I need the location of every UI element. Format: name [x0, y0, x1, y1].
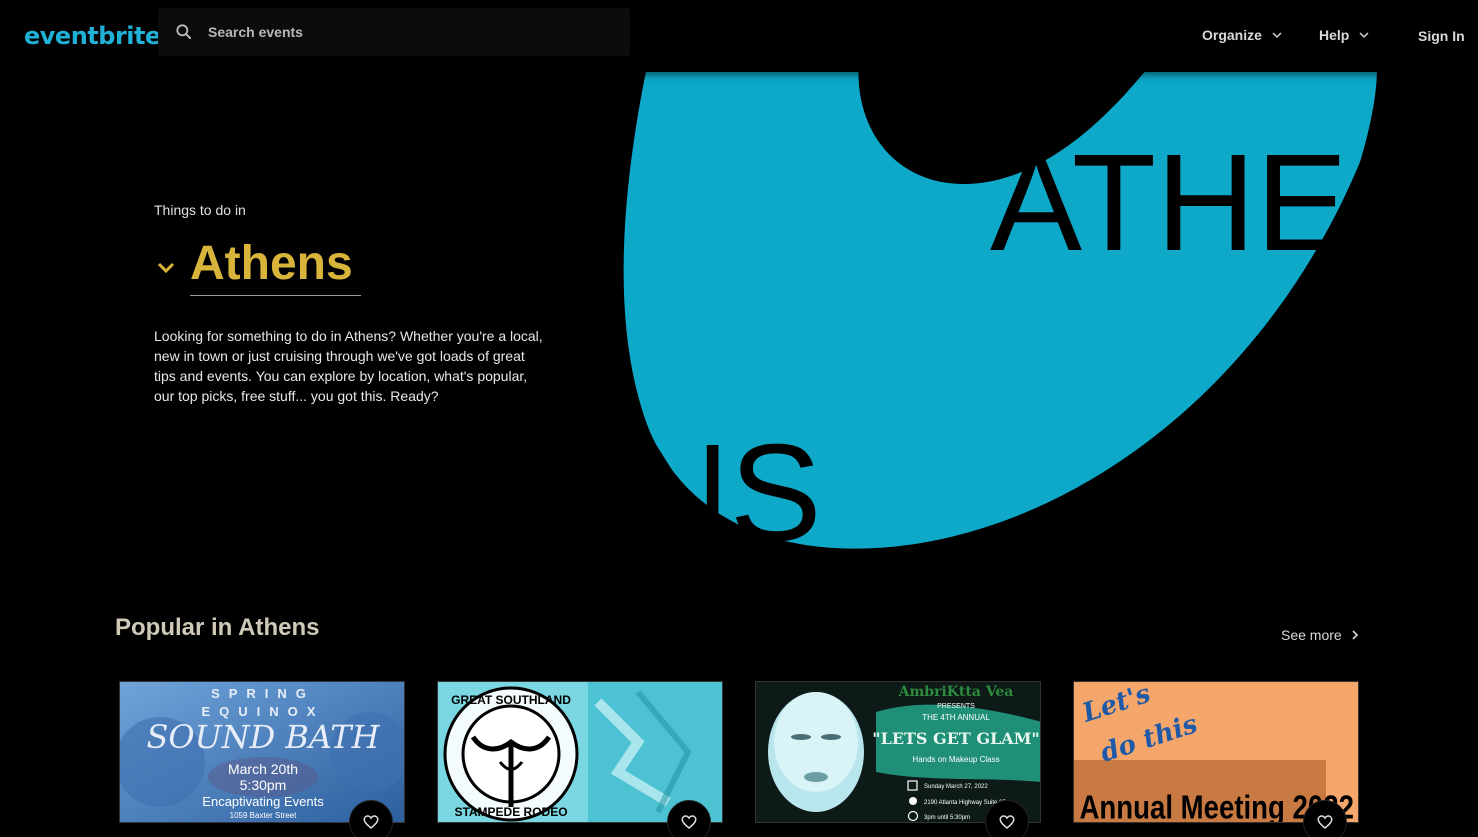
search-input[interactable]: [208, 8, 608, 56]
section-title: Popular in Athens: [115, 614, 320, 641]
heart-icon: [363, 815, 379, 829]
heart-icon: [1317, 815, 1333, 829]
see-more-label: See more: [1281, 627, 1342, 643]
city-name[interactable]: Athens: [190, 237, 361, 296]
search-icon: [176, 24, 192, 40]
see-more-link[interactable]: See more: [1281, 627, 1360, 643]
svg-text:Sunday March 27, 2022: Sunday March 27, 2022: [924, 784, 988, 790]
eventbrite-logo[interactable]: eventbrite: [24, 22, 161, 50]
nav-help-label: Help: [1319, 27, 1350, 43]
svg-text:Hands on Makeup Class: Hands on Makeup Class: [912, 755, 999, 764]
hero-eyebrow: Things to do in: [154, 202, 246, 218]
hero-description: Looking for something to do in Athens? W…: [154, 327, 543, 404]
svg-text:1059 Baxter Street: 1059 Baxter Street: [230, 811, 297, 820]
hero-blob-graphic: ATHE NS: [623, 72, 1377, 570]
heart-icon: [681, 815, 697, 829]
svg-text:SOUND BATH: SOUND BATH: [146, 718, 380, 756]
hero-illustration: ATHE NS: [560, 72, 1400, 572]
sign-in-link[interactable]: Sign In: [1418, 28, 1465, 44]
svg-text:3pm until 5:30pm: 3pm until 5:30pm: [924, 815, 970, 821]
chevron-down-icon[interactable]: [154, 255, 178, 279]
svg-text:AmbriKtta Vea: AmbriKtta Vea: [898, 684, 1014, 700]
svg-text:EQUINOX: EQUINOX: [202, 704, 325, 719]
city-selector[interactable]: Athens: [154, 237, 554, 296]
like-button[interactable]: [1303, 800, 1347, 837]
svg-text:SPRING: SPRING: [211, 686, 315, 701]
svg-text:Encaptivating Events: Encaptivating Events: [202, 794, 324, 809]
heart-icon: [999, 815, 1015, 829]
svg-text:5:30pm: 5:30pm: [240, 777, 287, 793]
top-nav: eventbrite Organize Help Sign In: [0, 0, 1478, 72]
like-button[interactable]: [985, 800, 1029, 837]
nav-organize[interactable]: Organize: [1202, 27, 1282, 43]
chevron-down-icon: [1272, 32, 1282, 39]
like-button[interactable]: [667, 800, 711, 837]
svg-text:GREAT SOUTHLAND: GREAT SOUTHLAND: [451, 693, 571, 707]
svg-text:STAMPEDE RODEO: STAMPEDE RODEO: [454, 805, 567, 819]
hero-art-text-bottom: NS: [630, 416, 822, 570]
hero-art-text-top: ATHE: [990, 126, 1348, 280]
svg-text:March 20th: March 20th: [228, 761, 298, 777]
svg-text:THE 4TH ANNUAL: THE 4TH ANNUAL: [922, 713, 990, 722]
nav-organize-label: Organize: [1202, 27, 1262, 43]
svg-text:"LETS GET GLAM": "LETS GET GLAM": [872, 729, 1040, 748]
nav-help[interactable]: Help: [1319, 27, 1369, 43]
svg-text:PRESENTS: PRESENTS: [937, 703, 975, 710]
chevron-down-icon: [1359, 32, 1369, 39]
chevron-right-icon: [1352, 630, 1358, 640]
like-button[interactable]: [349, 800, 393, 837]
search-bar[interactable]: [158, 8, 630, 56]
hero-content: Things to do in Athens Looking for somet…: [154, 202, 554, 406]
